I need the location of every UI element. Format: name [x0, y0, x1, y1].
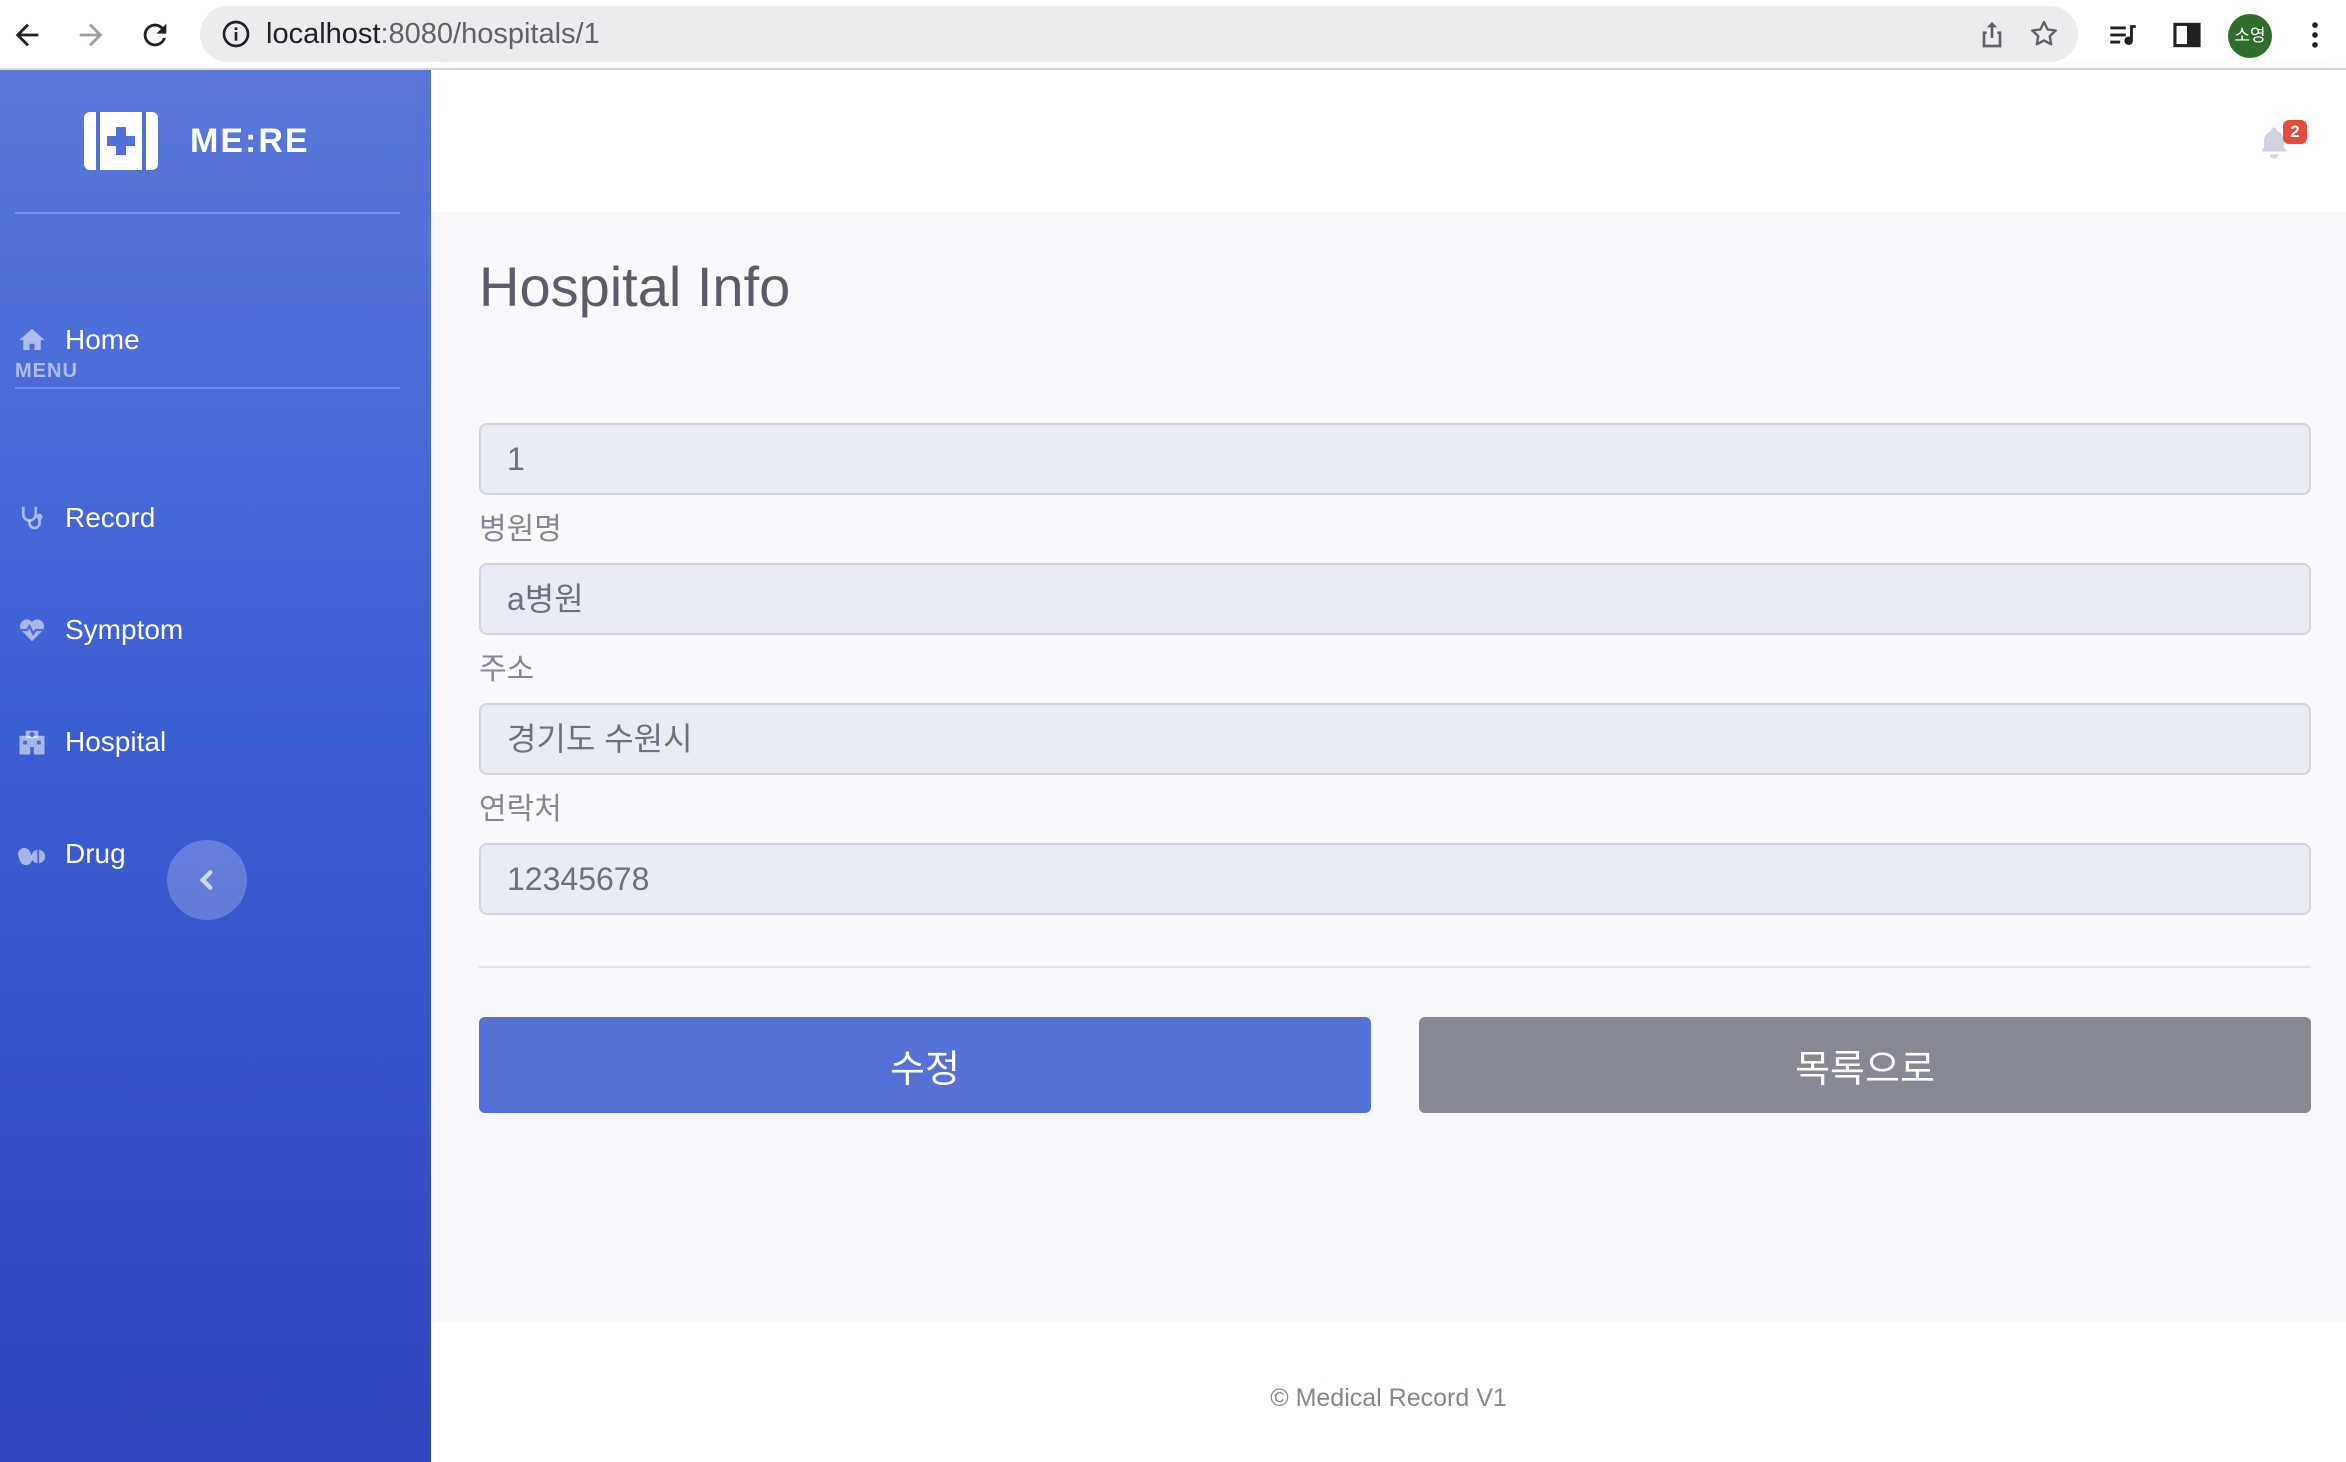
field-value: 경기도 수원시 — [507, 721, 693, 757]
pills-icon — [15, 837, 49, 871]
info-icon[interactable] — [220, 18, 252, 50]
share-button[interactable] — [1974, 16, 2010, 52]
sidebar-item-label: Record — [65, 502, 156, 533]
bookmark-button[interactable] — [2026, 16, 2062, 52]
brand-name: ME:RE — [190, 122, 310, 160]
url-path: :8080/hospitals/1 — [380, 18, 600, 50]
home-icon — [15, 323, 49, 357]
main-content: Hospital Info 1 병원명 a병원 주소 경기도 수원시 연락처 1… — [431, 212, 2346, 1322]
field-value: 12345678 — [507, 861, 650, 897]
address-field[interactable]: 경기도 수원시 — [479, 703, 2311, 775]
star-icon — [2031, 20, 2057, 46]
sidebar-item-label: Hospital — [65, 726, 167, 757]
forward-button[interactable] — [68, 12, 114, 58]
more-vertical-icon — [2312, 22, 2318, 48]
footer-copyright: © Medical Record V1 — [1270, 1384, 1507, 1412]
playlist-icon — [2110, 25, 2136, 45]
chevron-left-icon — [199, 870, 213, 890]
sidebar-item-record[interactable]: Record — [0, 486, 431, 550]
sidebar-heading: MENU — [15, 360, 78, 382]
address-label: 주소 — [479, 653, 535, 686]
side-panel-icon — [2173, 22, 2201, 48]
sidebar-toggle-button[interactable] — [167, 840, 247, 920]
notification-count-badge: 2 — [2283, 120, 2307, 144]
contact-label: 연락처 — [479, 793, 562, 826]
hospital-name-label: 병원명 — [479, 513, 562, 546]
hospital-id-field[interactable]: 1 — [479, 423, 2311, 495]
page-title: Hospital Info — [479, 255, 791, 318]
reload-icon — [143, 23, 167, 47]
sidebar-item-label: Home — [65, 324, 140, 355]
arrow-left-icon — [15, 23, 39, 47]
stethoscope-icon — [15, 501, 49, 535]
field-value: a병원 — [507, 581, 584, 617]
sidebar-divider — [15, 212, 400, 214]
sidebar-item-symptom[interactable]: Symptom — [0, 598, 431, 662]
side-panel-button[interactable] — [2166, 14, 2208, 56]
sidebar: ME:RE Home MENU Record Symptom Hospital … — [0, 70, 431, 1462]
back-to-list-button[interactable]: 목록으로 — [1419, 1017, 2311, 1113]
contact-field[interactable]: 12345678 — [479, 843, 2311, 915]
media-control-button[interactable] — [2102, 14, 2144, 56]
medical-kit-icon — [84, 112, 158, 170]
hospital-name-field[interactable]: a병원 — [479, 563, 2311, 635]
field-value: 1 — [507, 441, 525, 477]
sidebar-item-hospital[interactable]: Hospital — [0, 710, 431, 774]
browser-menu-button[interactable] — [2294, 14, 2336, 56]
reload-button[interactable] — [132, 12, 178, 58]
brand-link[interactable]: ME:RE — [84, 112, 308, 170]
footer: © Medical Record V1 — [431, 1322, 2346, 1462]
topbar: 2 — [431, 70, 2346, 212]
url-host: localhost — [266, 18, 381, 50]
edit-button[interactable]: 수정 — [479, 1017, 1371, 1113]
form-divider — [479, 966, 2311, 968]
url-text[interactable]: localhost:8080/hospitals/1 — [266, 6, 600, 62]
share-icon — [1982, 22, 2002, 48]
sidebar-item-label: Drug — [65, 838, 126, 869]
back-button[interactable] — [4, 12, 50, 58]
sidebar-divider — [15, 387, 400, 389]
sidebar-item-label: Symptom — [65, 614, 184, 645]
hospital-icon — [15, 725, 49, 759]
arrow-right-icon — [79, 23, 103, 47]
browser-toolbar: localhost:8080/hospitals/1 소영 — [0, 0, 2346, 70]
address-bar[interactable]: localhost:8080/hospitals/1 — [200, 6, 2078, 62]
heartbeat-icon — [15, 613, 49, 647]
profile-avatar[interactable]: 소영 — [2228, 14, 2272, 58]
